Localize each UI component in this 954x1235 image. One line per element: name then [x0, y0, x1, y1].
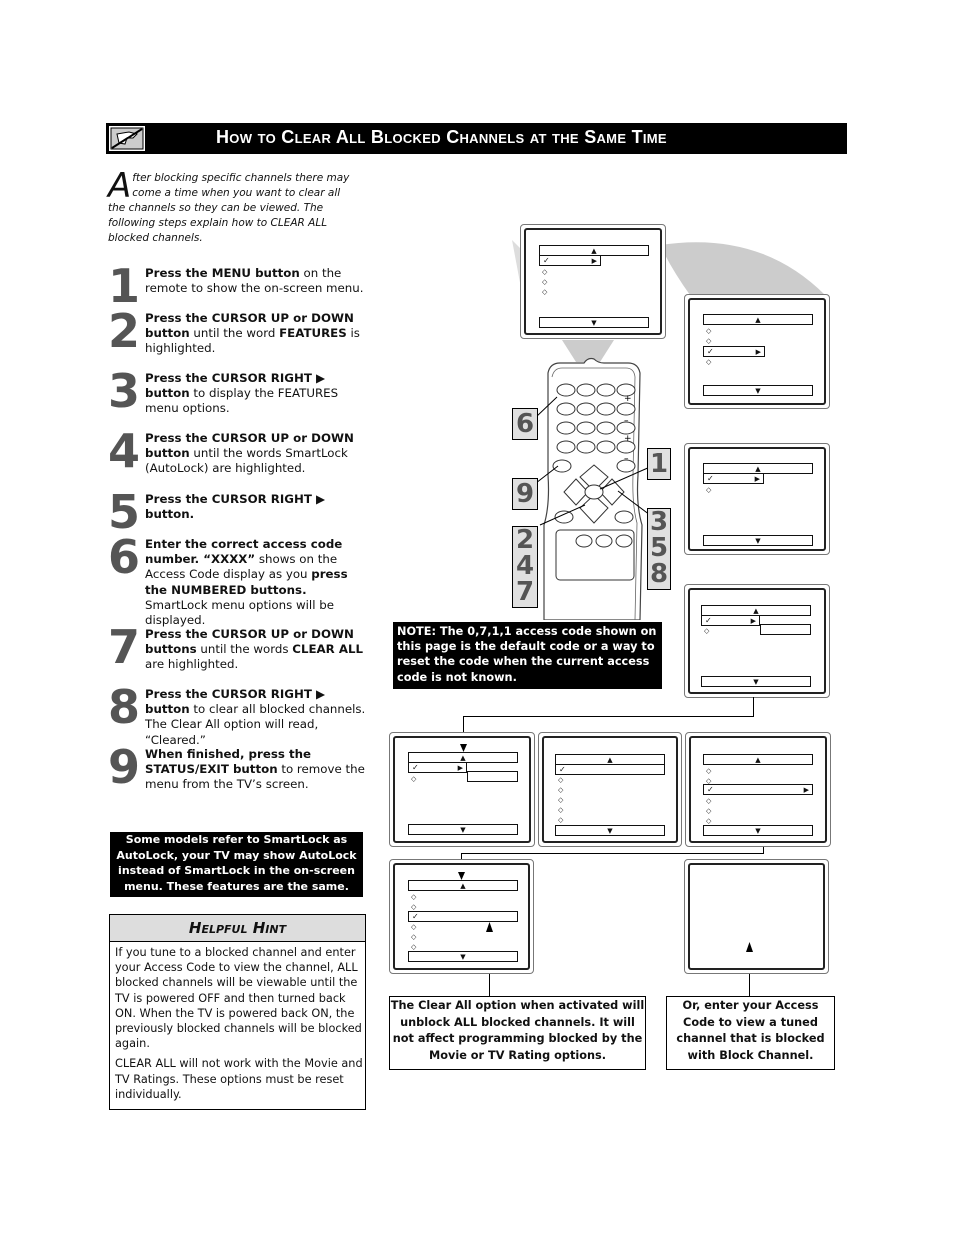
callout-step-8: 8 — [649, 559, 669, 589]
menu-item-dot-icon: ◇ — [542, 268, 548, 276]
menu-item-dot-icon: ◇ — [706, 797, 712, 805]
tv-screen-blank — [684, 859, 829, 974]
menu-down-bar: ▼ — [408, 824, 518, 835]
callout-steps-2-4-7: 2 4 7 — [512, 526, 538, 608]
check-icon: ✓ — [559, 765, 566, 774]
menu-item-dot-icon: ◇ — [706, 767, 712, 775]
up-arrow-icon: ▲ — [755, 316, 761, 324]
tv-screen-smartlock: ▲ ✓ ▶ ◇ ▼ — [684, 443, 830, 555]
tv-screen-access-code: ▲ ✓ ▶ ◇ ▼ — [684, 584, 830, 698]
callout-step-3: 3 — [649, 507, 669, 537]
menu-up-bar: ▲ — [703, 754, 813, 765]
tv-screen-main-menu: ▲ ✓ ▶ ◇ ◇ ◇ ▼ — [520, 224, 666, 339]
clear-all-caption: The Clear All option when activated will… — [389, 996, 646, 1070]
menu-item-dot-icon: ◇ — [411, 775, 417, 783]
callout-step-7: 7 — [515, 577, 535, 607]
menu-down-bar: ▼ — [703, 385, 813, 396]
menu-up-bar: ▲ — [408, 880, 518, 891]
callout-step-2: 2 — [515, 525, 535, 555]
menu-selected-row: ✓ ▶ — [703, 784, 813, 795]
menu-selected-row: ✓ ▶ — [701, 615, 760, 626]
down-arrow-icon: ▼ — [755, 827, 761, 835]
connector-line — [753, 697, 754, 717]
menu-item-dot-icon: ◇ — [706, 486, 712, 494]
check-icon: ✓ — [412, 912, 419, 921]
menu-selected-row: ✓ ▶ — [703, 473, 764, 484]
right-arrow-icon: ▶ — [457, 764, 463, 772]
tv-screen-access-code-entered: ▲ ✓ ▶ ◇ ▼ — [389, 732, 535, 847]
menu-item-dot-icon: ◇ — [411, 923, 417, 931]
down-arrow-icon: ▼ — [755, 537, 761, 545]
menu-item-dot-icon: ◇ — [704, 627, 710, 635]
menu-item-dot-icon: ◇ — [558, 786, 564, 794]
menu-item-dot-icon: ◇ — [706, 807, 712, 815]
callout-step-5: 5 — [649, 533, 669, 563]
callout-step-1: 1 — [647, 448, 671, 480]
menu-item-dot-icon: ◇ — [558, 776, 564, 784]
up-arrow-icon: ▲ — [460, 882, 466, 890]
menu-item-dot-icon: ◇ — [558, 796, 564, 804]
down-arrow-icon: ▼ — [607, 827, 613, 835]
menu-down-bar: ▼ — [555, 825, 665, 836]
check-icon: ✓ — [705, 616, 712, 625]
check-icon: ✓ — [707, 474, 714, 483]
access-code-field — [760, 624, 811, 635]
access-code-field — [467, 771, 518, 782]
down-arrow-icon: ▼ — [753, 678, 759, 686]
tv-screen-features-menu: ▲ ◇ ◇ ✓ ▶ ◇ ▼ — [684, 294, 830, 409]
tv-screen-smartlock-options: ▲ ✓ ◇ ◇ ◇ ◇ ◇ ▼ — [538, 732, 682, 847]
down-arrow-icon: ▼ — [591, 319, 597, 327]
menu-item-dot-icon: ◇ — [411, 943, 417, 951]
menu-up-bar: ▲ — [703, 314, 813, 325]
menu-selected-row: ✓ ▶ — [408, 762, 467, 773]
menu-item-dot-icon: ◇ — [558, 806, 564, 814]
menu-item-dot-icon: ◇ — [706, 337, 712, 345]
menu-item-dot-icon: ◇ — [706, 327, 712, 335]
menu-item-dot-icon: ◇ — [542, 288, 548, 296]
down-arrow-icon: ▼ — [755, 387, 761, 395]
callout-steps-3-5-8: 3 5 8 — [647, 508, 671, 590]
callout-step-9: 9 — [512, 478, 538, 510]
menu-item-dot-icon: ◇ — [411, 893, 417, 901]
menu-item-dot-icon: ◇ — [411, 903, 417, 911]
menu-down-bar: ▼ — [408, 951, 518, 962]
connector-line — [463, 716, 754, 717]
check-icon: ✓ — [707, 347, 714, 356]
menu-down-bar: ▼ — [703, 825, 813, 836]
right-arrow-icon: ▶ — [591, 257, 597, 265]
menu-down-bar: ▼ — [539, 317, 649, 328]
check-icon: ✓ — [707, 785, 714, 794]
menu-item-dot-icon: ◇ — [558, 816, 564, 824]
menu-selected-row: ✓ — [408, 911, 518, 922]
tv-screen-cleared: ▲ ◇ ◇ ✓ ◇ ◇ ◇ ▼ — [389, 859, 534, 974]
menu-item-dot-icon: ◇ — [706, 358, 712, 366]
beam-right — [660, 242, 825, 295]
check-icon: ✓ — [412, 763, 419, 772]
right-arrow-icon: ▶ — [750, 617, 756, 625]
down-arrow-icon: ▼ — [460, 826, 466, 834]
right-arrow-icon: ▶ — [754, 475, 760, 483]
connector-line — [461, 853, 764, 854]
menu-item-dot-icon: ◇ — [706, 817, 712, 825]
check-icon: ✓ — [543, 256, 550, 265]
callout-step-6: 6 — [512, 408, 538, 440]
menu-selected-row: ✓ ▶ — [539, 255, 601, 266]
callout-step-4: 4 — [515, 551, 535, 581]
right-arrow-icon: ▶ — [755, 348, 761, 356]
down-arrow-icon: ▼ — [460, 953, 466, 961]
menu-item-dot-icon: ◇ — [542, 278, 548, 286]
menu-down-bar: ▼ — [701, 676, 811, 687]
menu-selected-row: ✓ ▶ — [703, 346, 765, 357]
menu-item-dot-icon: ◇ — [411, 933, 417, 941]
access-code-caption: Or, enter your Access Code to view a tun… — [666, 996, 835, 1070]
menu-down-bar: ▼ — [703, 535, 813, 546]
tv-screen-clear-all-highlighted: ▲ ◇ ◇ ✓ ▶ ◇ ◇ ◇ ▼ — [685, 732, 831, 847]
menu-selected-row: ✓ — [555, 764, 665, 775]
access-code-note: NOTE: The 0,7,1,1 access code shown on t… — [393, 622, 662, 689]
right-arrow-icon: ▶ — [803, 786, 809, 794]
up-arrow-icon: ▲ — [755, 756, 761, 764]
